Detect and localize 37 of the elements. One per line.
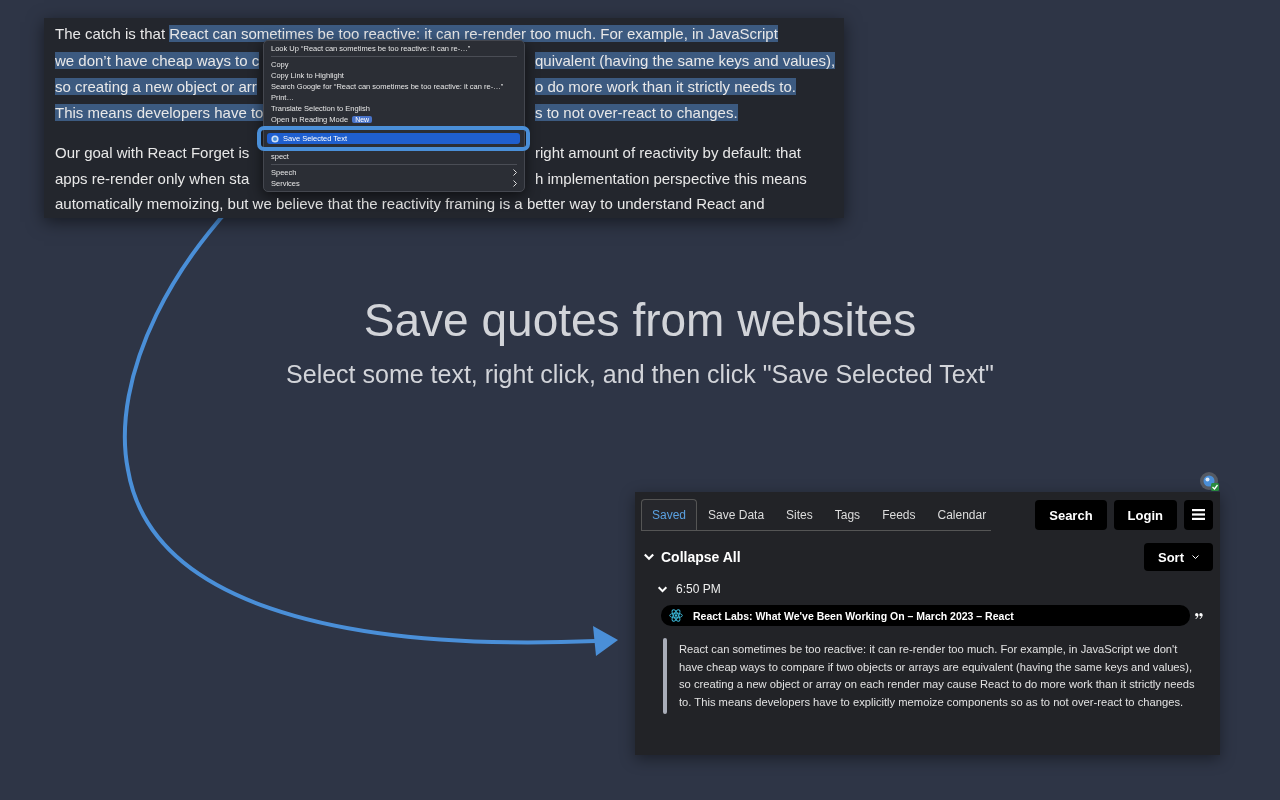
tab[interactable]: Saved <box>641 499 698 530</box>
atom-icon <box>669 609 683 622</box>
quote-icon[interactable] <box>1195 612 1203 619</box>
article-text: o do more work than it strictly needs to. <box>535 77 796 95</box>
toolbar-button[interactable]: Search <box>1035 500 1107 530</box>
article-text: h implementation perspective this means <box>535 169 807 187</box>
source-title: React Labs: What We've Been Working On – March 2023 – React <box>693 609 1014 622</box>
article-text: right amount of reactivity by default: that <box>535 143 801 161</box>
time-group-toggle[interactable]: 6:50 PM <box>657 579 1213 599</box>
tab[interactable]: Sites <box>775 499 824 530</box>
article-text: The catch is that <box>55 25 167 42</box>
toolbar-button[interactable]: Login <box>1113 500 1177 530</box>
article-text: React can sometimes be too reactive: it can re-render too much. For example, in JavaScript <box>169 25 778 42</box>
article-text: Our goal with React Forget is <box>55 143 250 161</box>
tab[interactable]: Calendar <box>926 499 998 530</box>
time-label: 6:50 PM <box>676 582 721 596</box>
chevron-icon <box>643 551 655 563</box>
caret-icon <box>1192 554 1199 560</box>
tab[interactable]: Tags <box>823 499 872 530</box>
article-text: we don’t have cheap ways to c <box>55 51 260 69</box>
menu-button[interactable] <box>1184 500 1213 530</box>
menu-icon <box>1192 508 1205 520</box>
quote-text: React can sometimes be too reactive: it can re-render too much. For example, in JavaScript we don't have cheap ways to compare if two objects or arrays are equivalent (having the same keys and values), so creating a new object or array on each render may cause React to do more work than it strictly needs to. This means developers have to explicitly memoize components so as to not over-react to changes. <box>678 642 1195 710</box>
subheadline: Select some text, right click, and then click "Save Selected Text" <box>286 359 994 390</box>
article-text: This means developers have to <box>55 103 264 121</box>
sort-button[interactable]: Sort <box>1144 543 1213 571</box>
tab[interactable]: Save Data <box>697 499 776 530</box>
article-text: quivalent (having the same keys and values), <box>535 51 836 69</box>
article-text: s to not over-react to changes. <box>535 103 738 121</box>
article-text: apps re-render only when sta <box>55 169 250 187</box>
article-text: automatically memoizing, but we believe that the reactivity framing is a better way to understand React and <box>55 195 765 212</box>
tab[interactable]: Feeds <box>871 499 927 530</box>
article-text: so creating a new object or arr <box>55 77 257 95</box>
collapse-all-button[interactable]: Collapse All <box>641 549 741 565</box>
extension-icon[interactable] <box>1199 471 1220 492</box>
source-title-bar[interactable]: React Labs: What We've Been Working On – March 2023 – React <box>661 605 1190 626</box>
headline: Save quotes from websites <box>363 293 917 348</box>
